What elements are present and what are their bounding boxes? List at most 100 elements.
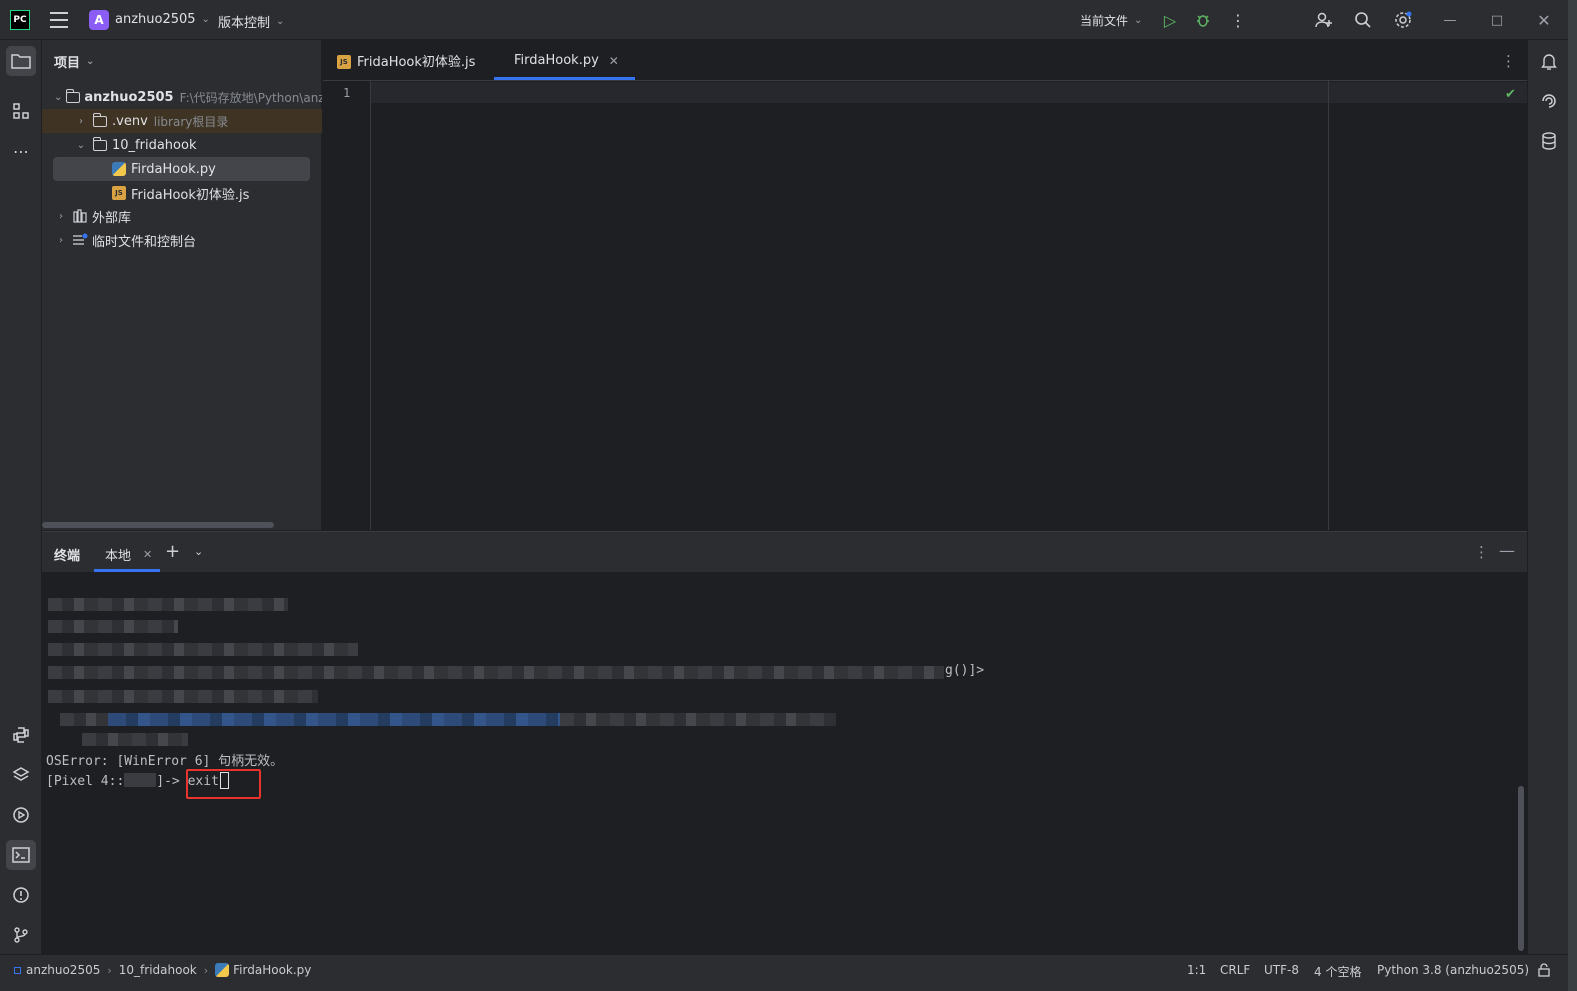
terminal-tab-label: 本地 (105, 549, 132, 564)
python-interpreter[interactable]: Python 3.8 (anzhuo2505) (1377, 963, 1529, 977)
terminal-header: 终端 本地 ✕ + ⌄ ⋮ — (42, 532, 1527, 572)
maximize-window-icon[interactable]: □ (1487, 10, 1507, 30)
database-icon[interactable] (1534, 126, 1564, 156)
chevron-right-icon[interactable]: › (74, 116, 88, 127)
more-actions-icon[interactable]: ⋮ (1230, 10, 1246, 30)
tab-label: FridaHook初体验.js (357, 55, 476, 70)
redacted-output (48, 666, 944, 679)
folder-icon (65, 88, 81, 104)
search-icon[interactable] (1353, 10, 1373, 30)
chevron-down-icon[interactable]: ⌄ (194, 545, 203, 558)
run-config-selector[interactable]: 当前文件 ⌄ (1080, 12, 1142, 29)
new-terminal-icon[interactable]: + (165, 541, 180, 562)
tree-item-label: 临时文件和控制台 (92, 234, 197, 250)
line-number: 1 (343, 86, 351, 100)
project-switcher[interactable]: anzhuo2505 ⌄ (115, 12, 210, 27)
breadcrumb: anzhuo2505 › 10_fridahook › FirdaHook.py (14, 963, 311, 977)
prompt-prefix: [Pixel 4:: (46, 774, 125, 789)
terminal-tool-icon[interactable] (6, 840, 36, 870)
terminal-tab-local[interactable]: 本地 ✕ (105, 545, 152, 564)
structure-tool-icon[interactable] (6, 96, 36, 126)
project-panel-title: 项目 (54, 56, 81, 71)
close-window-icon[interactable]: ✕ (1534, 10, 1554, 30)
chevron-down-icon[interactable]: ⌄ (54, 92, 62, 103)
line-separator[interactable]: CRLF (1220, 963, 1250, 977)
services-icon[interactable] (6, 800, 36, 830)
run-config-label: 当前文件 (1080, 14, 1129, 28)
chevron-down-icon: ⌄ (1134, 15, 1143, 26)
chevron-right-icon[interactable]: › (54, 235, 68, 246)
more-tools-icon[interactable]: ⋯ (6, 136, 36, 166)
editor-tabs: JS FridaHook初体验.js FirdaHook.py ✕ ⋮ (323, 40, 1527, 81)
vcs-label: 版本控制 (218, 16, 271, 31)
tab-fridahook-js[interactable]: JS FridaHook初体验.js (337, 40, 475, 81)
project-tool-icon[interactable] (6, 46, 36, 76)
tab-firdahook-py[interactable]: FirdaHook.py ✕ (508, 40, 619, 81)
vcs-menu[interactable]: 版本控制 ⌄ (218, 12, 284, 31)
redacted-output (48, 598, 288, 611)
python-file-icon (111, 162, 127, 176)
inspection-ok-icon[interactable]: ✔ (1505, 87, 1516, 102)
tree-item-scratches[interactable]: › 临时文件和控制台 (42, 228, 322, 252)
breadcrumb-file[interactable]: FirdaHook.py (233, 963, 311, 977)
tree-item-project-root[interactable]: ⌄ anzhuo2505 F:\代码存放地\Python\anzh (42, 85, 322, 109)
redacted-output (48, 690, 318, 703)
library-icon (72, 209, 88, 223)
indent-setting[interactable]: 4 个空格 (1314, 963, 1361, 980)
tree-item-label: 外部库 (92, 210, 132, 226)
close-tab-icon[interactable]: ✕ (143, 548, 152, 561)
tree-item-external-libraries[interactable]: › 外部库 (42, 204, 322, 228)
highlight-annotation-box (186, 769, 261, 799)
caret-position[interactable]: 1:1 (1187, 963, 1206, 977)
terminal-output-fragment: g()]> (945, 663, 985, 678)
lock-icon[interactable] (1537, 963, 1551, 977)
debug-icon[interactable] (1193, 10, 1213, 30)
minimize-window-icon[interactable]: — (1440, 10, 1460, 30)
right-margin-guide (1328, 81, 1329, 530)
tab-label: FirdaHook.py (514, 53, 599, 68)
horizontal-scrollbar[interactable] (42, 522, 274, 528)
add-user-icon[interactable] (1314, 10, 1334, 30)
hide-panel-icon[interactable]: — (1499, 541, 1515, 560)
breadcrumb-folder[interactable]: 10_fridahook (119, 963, 197, 977)
redacted-output (82, 733, 188, 746)
window-edge (1568, 0, 1577, 991)
chevron-down-icon: ⌄ (86, 56, 95, 67)
tree-item-label: .venv (112, 113, 148, 129)
tree-item-firdahook-py[interactable]: FirdaHook.py (53, 157, 310, 181)
breadcrumb-project[interactable]: anzhuo2505 (26, 963, 100, 977)
notifications-bell-icon[interactable] (1534, 46, 1564, 76)
tree-item-label: anzhuo2505 (84, 89, 174, 105)
tree-item-fridahook-js[interactable]: JS FridaHook初体验.js (42, 181, 322, 205)
module-icon (14, 966, 21, 974)
active-tab-indicator (94, 569, 160, 572)
tree-item-label: FirdaHook.py (131, 161, 216, 177)
ai-assistant-icon[interactable] (1534, 86, 1564, 116)
tree-item-path: F:\代码存放地\Python\anzh (179, 90, 322, 105)
run-icon[interactable]: ▷ (1160, 10, 1180, 30)
terminal-scrollbar[interactable] (1518, 786, 1524, 951)
line-number-gutter: 1 (323, 81, 371, 530)
file-encoding[interactable]: UTF-8 (1264, 963, 1299, 977)
chevron-down-icon[interactable]: ⌄ (74, 140, 88, 151)
redacted-device-id (124, 773, 157, 787)
python-console-icon[interactable] (6, 720, 36, 750)
current-line-highlight (371, 82, 1527, 103)
project-panel-header[interactable]: 项目 ⌄ (54, 52, 94, 71)
settings-gear-icon[interactable] (1393, 10, 1413, 30)
pycharm-logo: PC (10, 10, 30, 30)
terminal-options-icon[interactable]: ⋮ (1474, 543, 1489, 561)
tab-actions-icon[interactable]: ⋮ (1501, 52, 1516, 70)
status-bar: anzhuo2505 › 10_fridahook › FirdaHook.py… (0, 954, 1568, 991)
tree-item-label: 10_fridahook (112, 137, 197, 153)
git-branch-icon[interactable] (6, 920, 36, 950)
project-badge[interactable]: A (89, 10, 109, 30)
tree-item-fridahook-folder[interactable]: ⌄ 10_fridahook (42, 133, 322, 157)
problems-icon[interactable] (6, 880, 36, 910)
chevron-right-icon[interactable]: › (54, 211, 68, 222)
tree-item-venv[interactable]: › .venv library根目录 (42, 109, 322, 133)
title-bar: PC A anzhuo2505 ⌄ 版本控制 ⌄ 当前文件 ⌄ ▷ ⋮ — □ … (0, 0, 1577, 40)
close-tab-icon[interactable]: ✕ (609, 54, 619, 68)
layers-icon[interactable] (6, 760, 36, 790)
main-menu-icon[interactable] (50, 12, 68, 28)
